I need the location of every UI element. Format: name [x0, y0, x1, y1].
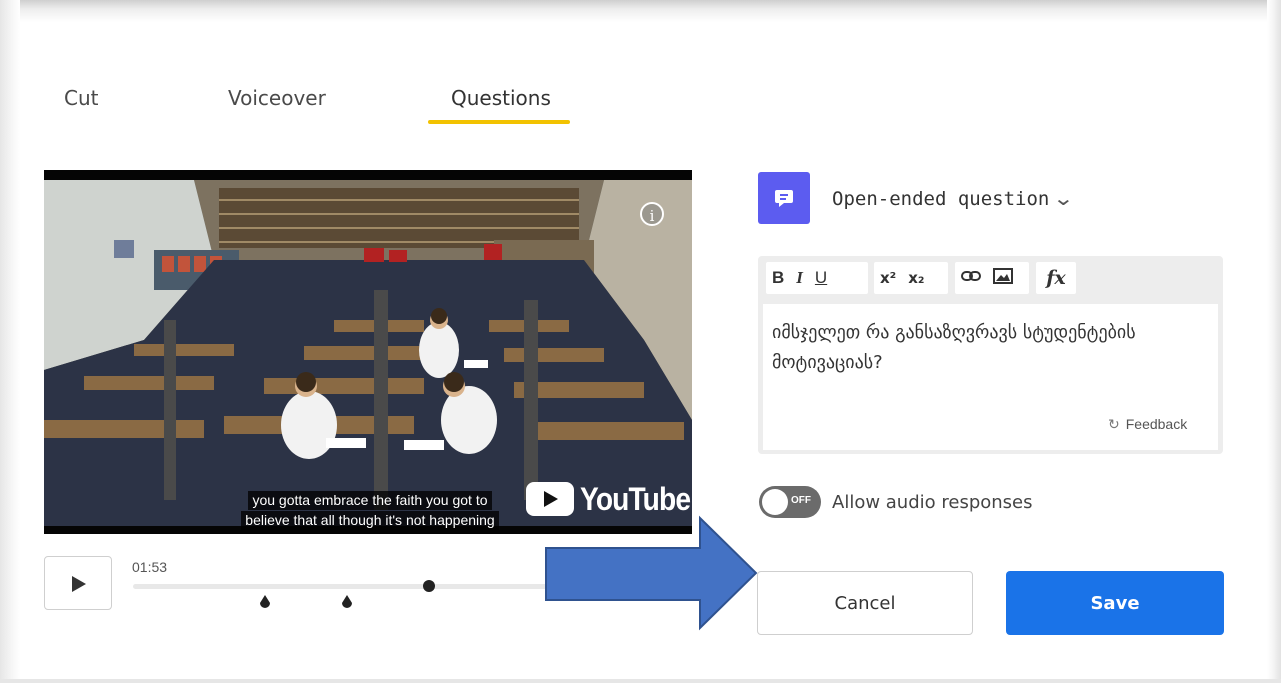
- feedback-link[interactable]: ↻ Feedback: [1108, 416, 1187, 433]
- toolbar-formula: fx: [1036, 262, 1076, 294]
- toolbar-insert: [955, 262, 1029, 294]
- italic-button[interactable]: I: [790, 268, 809, 288]
- question-text[interactable]: იმსჯელეთ რა განსაზღვრავს სტუდენტების მოტ…: [772, 318, 1212, 378]
- cancel-button[interactable]: Cancel: [757, 571, 973, 635]
- save-button[interactable]: Save: [1006, 571, 1224, 635]
- toolbar-script: x² x₂: [874, 262, 948, 294]
- formula-button[interactable]: fx: [1040, 267, 1072, 289]
- chevron-down-icon[interactable]: ⌄: [1052, 186, 1074, 210]
- allow-audio-toggle[interactable]: OFF: [759, 486, 821, 518]
- image-icon[interactable]: [987, 267, 1019, 289]
- link-icon[interactable]: [955, 268, 987, 288]
- question-type-dropdown[interactable]: Open-ended question: [832, 188, 1049, 210]
- toggle-state: OFF: [791, 495, 811, 506]
- underline-button[interactable]: U: [809, 268, 833, 288]
- comment-icon: [758, 172, 810, 224]
- toggle-knob: [762, 489, 788, 515]
- refresh-icon: ↻: [1108, 416, 1120, 432]
- superscript-button[interactable]: x²: [874, 269, 902, 287]
- allow-audio-label: Allow audio responses: [832, 492, 1033, 513]
- subscript-button[interactable]: x₂: [902, 269, 930, 287]
- bold-button[interactable]: B: [766, 268, 790, 288]
- toolbar-text-format: B I U: [766, 262, 868, 294]
- feedback-label: Feedback: [1125, 416, 1188, 432]
